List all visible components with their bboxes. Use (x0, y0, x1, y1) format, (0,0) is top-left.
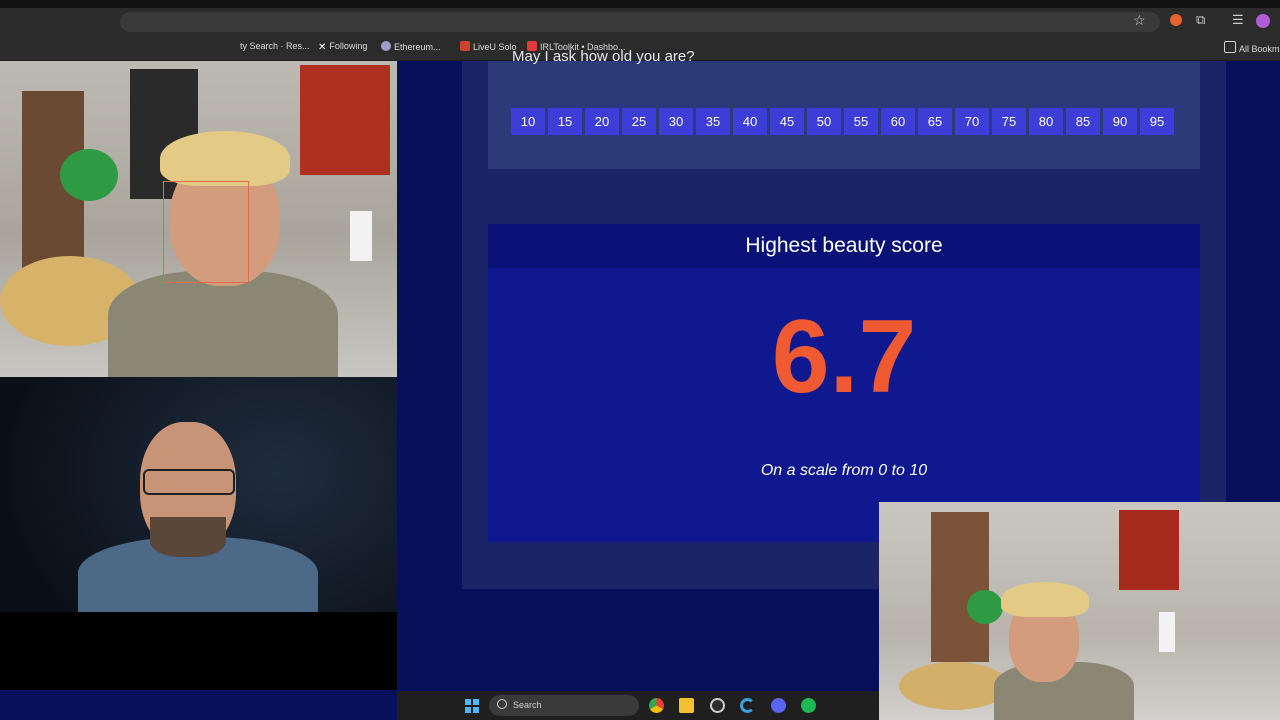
address-bar[interactable] (120, 12, 1160, 32)
age-option-80[interactable]: 80 (1029, 108, 1063, 135)
browser-toolbar: ☆ ⧉ ☰ (0, 8, 1280, 36)
extension-icon[interactable] (1170, 14, 1182, 26)
age-option-60[interactable]: 60 (881, 108, 915, 135)
score-value: 6.7 (771, 299, 917, 415)
bookmark-item[interactable]: LiveU Solo (460, 41, 517, 52)
extensions-puzzle-icon[interactable]: ⧉ (1196, 12, 1205, 28)
stocking (350, 211, 372, 261)
person-hair (1001, 582, 1089, 617)
discord-icon[interactable] (771, 698, 786, 713)
webcam-streamer-room (0, 61, 397, 377)
age-option-45[interactable]: 45 (770, 108, 804, 135)
age-option-75[interactable]: 75 (992, 108, 1026, 135)
black-bar (0, 612, 397, 690)
stocking (1159, 612, 1175, 652)
age-option-20[interactable]: 20 (585, 108, 619, 135)
wall-painting (1119, 510, 1179, 590)
person-torso (108, 271, 338, 377)
beard (150, 517, 226, 557)
all-bookmarks[interactable]: All Bookm (1224, 41, 1280, 54)
webcam-streamer-room-small (879, 502, 1280, 720)
age-option-90[interactable]: 90 (1103, 108, 1137, 135)
age-option-15[interactable]: 15 (548, 108, 582, 135)
age-option-50[interactable]: 50 (807, 108, 841, 135)
age-option-10[interactable]: 10 (511, 108, 545, 135)
age-option-35[interactable]: 35 (696, 108, 730, 135)
media-control-icon[interactable]: ☰ (1232, 12, 1244, 28)
ccleaner-icon[interactable] (740, 698, 755, 713)
age-option-30[interactable]: 30 (659, 108, 693, 135)
green-chair (967, 590, 1003, 624)
score-title: Highest beauty score (488, 224, 1200, 268)
profile-avatar[interactable] (1256, 14, 1270, 28)
windows-start-icon[interactable] (465, 699, 479, 713)
wall-painting (300, 65, 390, 175)
webcam-guest (0, 377, 397, 690)
age-option-55[interactable]: 55 (844, 108, 878, 135)
face-detection-box (163, 181, 249, 283)
spotify-icon[interactable] (801, 698, 816, 713)
score-card: Highest beauty score 6.7 On a scale from… (488, 224, 1200, 542)
glasses (143, 469, 235, 495)
score-scale-note: On a scale from 0 to 10 (760, 462, 928, 479)
search-icon (497, 699, 507, 709)
age-option-95[interactable]: 95 (1140, 108, 1174, 135)
chrome-icon[interactable] (649, 698, 664, 713)
bookmark-item[interactable]: ty Search · Res... (240, 41, 310, 51)
age-option-25[interactable]: 25 (622, 108, 656, 135)
person-hair (160, 131, 290, 186)
x-logo-icon: ✕ (318, 42, 327, 53)
taskbar-search[interactable]: Search (489, 695, 639, 716)
windows-taskbar: Search (397, 691, 879, 720)
liveu-icon (460, 41, 470, 51)
age-option-40[interactable]: 40 (733, 108, 767, 135)
obs-icon[interactable] (710, 698, 725, 713)
age-option-70[interactable]: 70 (955, 108, 989, 135)
green-chair (60, 149, 118, 201)
bookmark-item[interactable]: Ethereum... (381, 41, 441, 52)
star-icon[interactable]: ☆ (1133, 12, 1146, 29)
age-option-65[interactable]: 65 (918, 108, 952, 135)
age-option-85[interactable]: 85 (1066, 108, 1100, 135)
ethereum-icon (381, 41, 391, 51)
browser-titlebar (0, 0, 1280, 8)
age-options: 10 15 20 25 30 35 40 45 50 55 60 65 70 75 80 85 90 95 (511, 108, 1174, 135)
file-explorer-icon[interactable] (679, 698, 694, 713)
bookmark-item[interactable]: ✕ Following (318, 41, 367, 53)
folder-icon (1224, 41, 1236, 53)
door (931, 512, 989, 662)
rug (899, 662, 1009, 710)
age-question: May I ask how old you are? (512, 48, 695, 65)
